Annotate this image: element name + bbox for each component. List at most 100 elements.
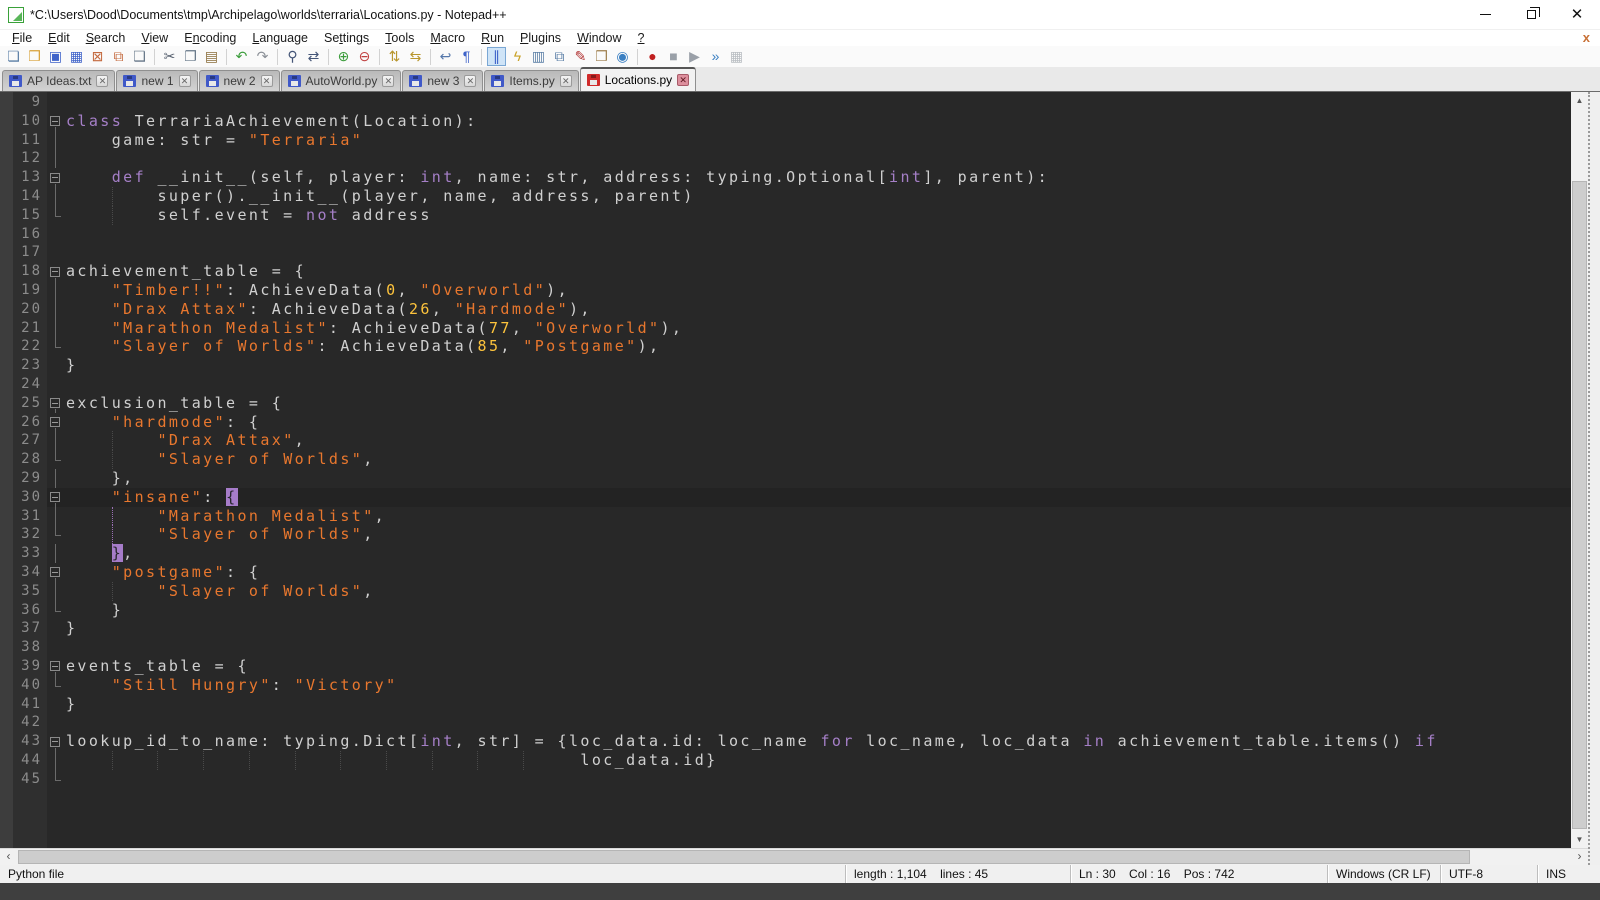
folder-as-workspace-icon[interactable]: ❒ bbox=[592, 47, 611, 66]
tab-close-icon[interactable]: ✕ bbox=[382, 75, 394, 87]
monitoring-eye-icon[interactable]: ◉ bbox=[613, 47, 632, 66]
tab-new-3[interactable]: new 3✕ bbox=[402, 70, 483, 91]
copy-icon[interactable]: ❐ bbox=[181, 47, 200, 66]
menu-item-search[interactable]: Search bbox=[78, 30, 134, 46]
code-editor[interactable]: 910class TerrariaAchievement(Location):1… bbox=[0, 92, 1571, 848]
code-line-41[interactable]: 41} bbox=[0, 695, 1571, 714]
fold-collapse-icon[interactable] bbox=[50, 492, 60, 502]
code-line-12[interactable]: 12 bbox=[0, 149, 1571, 168]
find-icon[interactable]: ⚲ bbox=[283, 47, 302, 66]
code-line-14[interactable]: 14 super().__init__(player, name, addres… bbox=[0, 187, 1571, 206]
code-line-31[interactable]: 31 "Marathon Medalist", bbox=[0, 507, 1571, 526]
status-eol-format[interactable]: Windows (CR LF) bbox=[1327, 865, 1431, 883]
fold-collapse-icon[interactable] bbox=[50, 116, 60, 126]
zoom-in-icon[interactable]: ⊕ bbox=[334, 47, 353, 66]
edit-pen-icon[interactable]: ✎ bbox=[571, 47, 590, 66]
fold-collapse-icon[interactable] bbox=[50, 417, 60, 427]
close-button[interactable]: ✕ bbox=[1554, 0, 1600, 30]
code-line-33[interactable]: 33 }, bbox=[0, 544, 1571, 563]
fold-margin-start[interactable] bbox=[47, 168, 64, 187]
code-line-28[interactable]: 28 "Slayer of Worlds", bbox=[0, 450, 1571, 469]
open-folder-icon[interactable]: ❒ bbox=[25, 47, 44, 66]
macro-record-icon[interactable]: ● bbox=[643, 47, 662, 66]
fold-margin-start[interactable] bbox=[47, 563, 64, 582]
save-all-icon[interactable]: ▦ bbox=[67, 47, 86, 66]
fold-margin-start[interactable] bbox=[47, 112, 64, 131]
menu-item-plugins[interactable]: Plugins bbox=[512, 30, 569, 46]
macro-save-icon[interactable]: ▦ bbox=[727, 47, 746, 66]
tab-ap-ideas-txt[interactable]: AP Ideas.txt✕ bbox=[2, 70, 115, 91]
code-line-11[interactable]: 11 game: str = "Terraria" bbox=[0, 131, 1571, 150]
scroll-left-icon[interactable]: ‹ bbox=[0, 849, 17, 866]
code-line-45[interactable]: 45 bbox=[0, 770, 1571, 789]
code-line-43[interactable]: 43lookup_id_to_name: typing.Dict[int, st… bbox=[0, 732, 1571, 751]
minimize-button[interactable] bbox=[1462, 0, 1508, 30]
code-line-22[interactable]: 22 "Slayer of Worlds": AchieveData(85, "… bbox=[0, 337, 1571, 356]
fold-collapse-icon[interactable] bbox=[50, 737, 60, 747]
code-line-42[interactable]: 42 bbox=[0, 713, 1571, 732]
fold-collapse-icon[interactable] bbox=[50, 567, 60, 577]
close-file-icon[interactable]: ⊠ bbox=[88, 47, 107, 66]
code-line-25[interactable]: 25exclusion_table = { bbox=[0, 394, 1571, 413]
sync-vertical-icon[interactable]: ⇅ bbox=[385, 47, 404, 66]
menu-item-view[interactable]: View bbox=[133, 30, 176, 46]
menu-item-edit[interactable]: Edit bbox=[40, 30, 78, 46]
tab-close-icon[interactable]: ✕ bbox=[261, 75, 273, 87]
scroll-up-icon[interactable]: ▲ bbox=[1571, 92, 1588, 109]
fold-margin-start[interactable] bbox=[47, 394, 64, 413]
document-close-x-button[interactable]: x bbox=[1583, 30, 1590, 45]
code-line-10[interactable]: 10class TerrariaAchievement(Location): bbox=[0, 112, 1571, 131]
code-line-44[interactable]: 44 loc_data.id} bbox=[0, 751, 1571, 770]
tab-close-icon[interactable]: ✕ bbox=[96, 75, 108, 87]
code-line-27[interactable]: 27 "Drax Attax", bbox=[0, 431, 1571, 450]
status-encoding[interactable]: UTF-8 bbox=[1440, 865, 1483, 883]
zoom-out-icon[interactable]: ⊖ bbox=[355, 47, 374, 66]
code-line-9[interactable]: 9 bbox=[0, 93, 1571, 112]
fold-collapse-icon[interactable] bbox=[50, 661, 60, 671]
document-list-icon[interactable]: ⧉ bbox=[550, 47, 569, 66]
cut-icon[interactable]: ✂ bbox=[160, 47, 179, 66]
macro-run-multiple-icon[interactable]: » bbox=[706, 47, 725, 66]
code-line-34[interactable]: 34 "postgame": { bbox=[0, 563, 1571, 582]
replace-icon[interactable]: ⇄ bbox=[304, 47, 323, 66]
code-line-16[interactable]: 16 bbox=[0, 225, 1571, 244]
document-map-icon[interactable]: ▥ bbox=[529, 47, 548, 66]
tab-close-icon[interactable]: ✕ bbox=[560, 75, 572, 87]
fold-collapse-icon[interactable] bbox=[50, 173, 60, 183]
tab-autoworld-py[interactable]: AutoWorld.py✕ bbox=[281, 70, 402, 91]
code-line-24[interactable]: 24 bbox=[0, 375, 1571, 394]
menu-item-tools[interactable]: Tools bbox=[377, 30, 422, 46]
code-line-26[interactable]: 26 "hardmode": { bbox=[0, 413, 1571, 432]
menu-item-language[interactable]: Language bbox=[244, 30, 316, 46]
close-all-icon[interactable]: ⧉ bbox=[109, 47, 128, 66]
tab-close-icon[interactable]: ✕ bbox=[464, 75, 476, 87]
code-line-30[interactable]: 30 "insane": { bbox=[0, 488, 1571, 507]
new-file-icon[interactable]: ❏ bbox=[4, 47, 23, 66]
menu-item-[interactable]: ? bbox=[630, 30, 653, 46]
fold-margin-start[interactable] bbox=[47, 488, 64, 507]
menu-item-encoding[interactable]: Encoding bbox=[176, 30, 244, 46]
code-line-15[interactable]: 15 self.event = not address bbox=[0, 206, 1571, 225]
redo-icon[interactable]: ↷ bbox=[253, 47, 272, 66]
tab-new-2[interactable]: new 2✕ bbox=[199, 70, 280, 91]
code-line-32[interactable]: 32 "Slayer of Worlds", bbox=[0, 525, 1571, 544]
tab-new-1[interactable]: new 1✕ bbox=[116, 70, 197, 91]
function-list-icon[interactable]: ϟ bbox=[508, 47, 527, 66]
tab-locations-py[interactable]: Locations.py✕ bbox=[580, 67, 696, 91]
menu-item-run[interactable]: Run bbox=[473, 30, 512, 46]
code-line-29[interactable]: 29 }, bbox=[0, 469, 1571, 488]
code-line-13[interactable]: 13 def __init__(self, player: int, name:… bbox=[0, 168, 1571, 187]
tab-close-icon[interactable]: ✕ bbox=[677, 74, 689, 86]
undo-icon[interactable]: ↶ bbox=[232, 47, 251, 66]
code-line-38[interactable]: 38 bbox=[0, 638, 1571, 657]
show-all-characters-icon[interactable]: ¶ bbox=[457, 47, 476, 66]
menu-item-settings[interactable]: Settings bbox=[316, 30, 377, 46]
fold-margin-start[interactable] bbox=[47, 732, 64, 751]
code-line-37[interactable]: 37} bbox=[0, 619, 1571, 638]
fold-collapse-icon[interactable] bbox=[50, 267, 60, 277]
code-line-17[interactable]: 17 bbox=[0, 243, 1571, 262]
menu-item-file[interactable]: File bbox=[4, 30, 40, 46]
macro-play-icon[interactable]: ▶ bbox=[685, 47, 704, 66]
paste-icon[interactable]: ▤ bbox=[202, 47, 221, 66]
word-wrap-icon[interactable]: ↩ bbox=[436, 47, 455, 66]
